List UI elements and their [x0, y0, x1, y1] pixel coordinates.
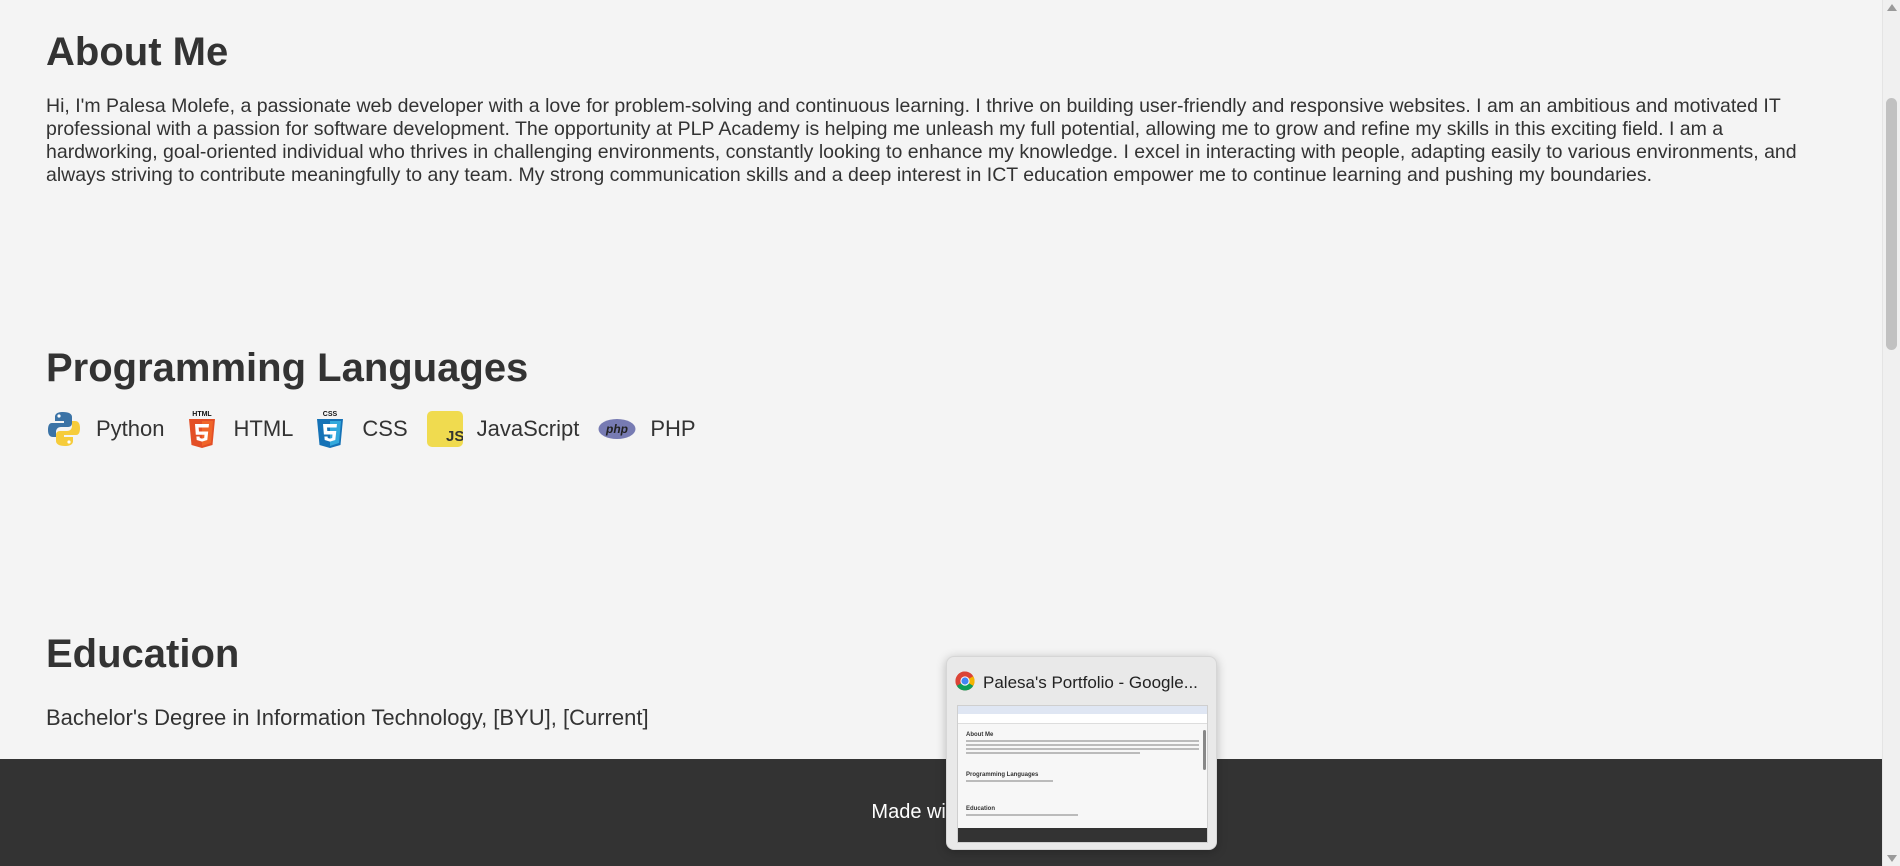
language-item-css: CSS CSS [312, 409, 408, 449]
language-item-javascript: JS JavaScript [426, 409, 580, 449]
language-label: JavaScript [476, 416, 580, 441]
language-item-python: Python [46, 409, 165, 449]
about-section: About Me Hi, I'm Palesa Molefe, a passio… [46, 30, 1822, 187]
portfolio-page: About Me Hi, I'm Palesa Molefe, a passio… [0, 0, 1882, 866]
about-text: Hi, I'm Palesa Molefe, a passionate web … [46, 95, 1797, 186]
education-section: Education Bachelor's Degree in Informati… [46, 632, 1822, 731]
html5-icon: HTML [184, 409, 220, 449]
thumb-heading: Programming Languages [966, 772, 1039, 778]
language-label: HTML [233, 416, 294, 441]
vertical-scrollbar[interactable] [1882, 0, 1900, 866]
preview-header: Palesa's Portfolio - Google... [947, 657, 1216, 709]
preview-thumbnail: About Me Programming Languages Education [957, 705, 1208, 843]
footer: Made with 💻 b [0, 759, 1882, 866]
css3-icon: CSS [312, 409, 348, 449]
preview-title: Palesa's Portfolio - Google... [983, 673, 1198, 692]
thumb-heading: About Me [966, 732, 994, 738]
education-text: Bachelor's Degree in Information Technol… [46, 705, 649, 730]
language-item-html: HTML HTML [184, 409, 294, 449]
languages-list: Python HTML HTML CSS CSS JS JavaScript p… [46, 409, 1822, 449]
svg-text:CSS: CSS [323, 411, 338, 418]
taskbar-window-preview[interactable]: Palesa's Portfolio - Google... About Me … [946, 656, 1217, 850]
chrome-icon [955, 671, 975, 696]
language-label: Python [96, 416, 165, 441]
language-label: PHP [650, 416, 696, 441]
thumb-heading: Education [966, 806, 996, 812]
scroll-up-arrow-icon[interactable] [1887, 4, 1897, 11]
languages-section: Programming Languages Python HTML HTML C… [46, 346, 1822, 449]
svg-text:HTML: HTML [192, 411, 212, 418]
language-label: CSS [362, 416, 408, 441]
svg-text:php: php [605, 422, 628, 436]
python-icon [46, 409, 82, 449]
svg-text:JS: JS [446, 428, 463, 445]
javascript-icon: JS [426, 409, 463, 449]
language-item-php: php PHP [598, 409, 696, 449]
scrollbar-thumb[interactable] [1886, 98, 1897, 350]
php-icon: php [598, 409, 636, 449]
languages-title: Programming Languages [46, 346, 529, 390]
education-title: Education [46, 632, 240, 676]
about-title: About Me [46, 30, 229, 74]
scroll-down-arrow-icon[interactable] [1887, 855, 1897, 862]
